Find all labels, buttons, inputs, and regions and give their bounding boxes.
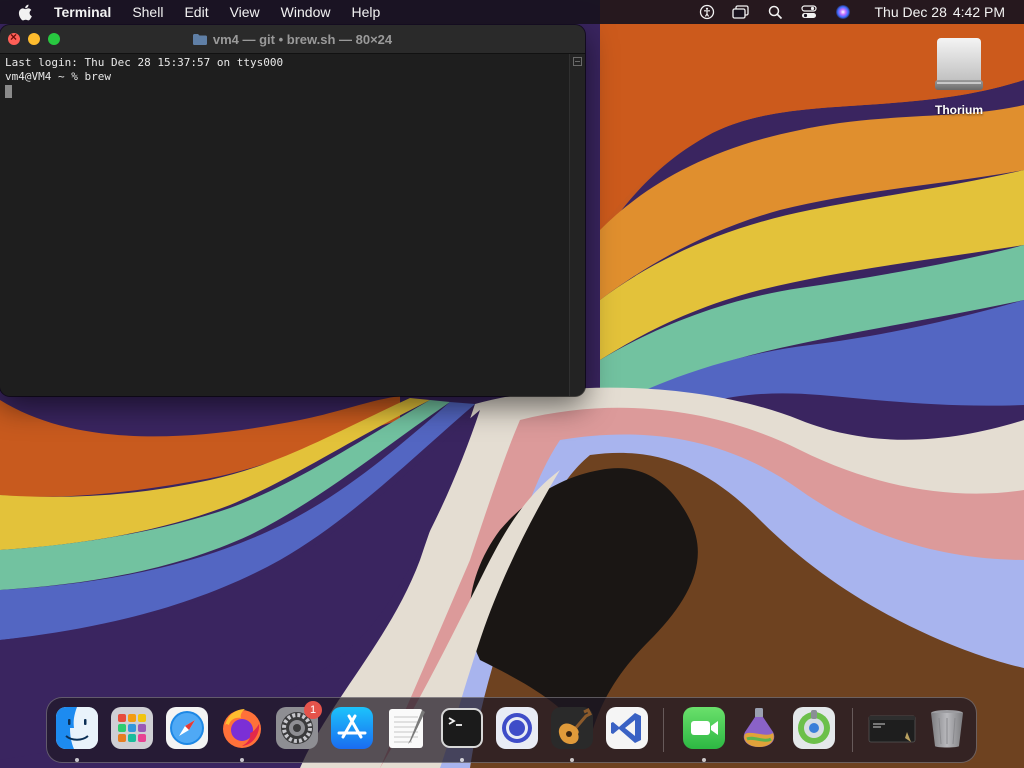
dock-safari[interactable]: [165, 706, 209, 750]
split-pane-icon[interactable]: [573, 57, 582, 66]
running-indicator: [702, 758, 706, 762]
clock-time: 4:42 PM: [952, 4, 1005, 20]
dock-recent-window[interactable]: [867, 706, 916, 750]
launchpad-icon: [111, 707, 153, 749]
terminal-line: vm4@VM4 ~ % brew: [5, 70, 111, 83]
dock-potion-app[interactable]: [737, 706, 781, 750]
dock-launchpad[interactable]: [110, 706, 154, 750]
disk-icon: [793, 707, 835, 749]
terminal-output[interactable]: Last login: Thu Dec 28 15:37:57 on ttys0…: [0, 54, 570, 396]
potion-icon: [743, 708, 775, 747]
dock-textedit[interactable]: [385, 706, 429, 750]
dock-finder[interactable]: [55, 706, 99, 762]
folder-icon: [192, 33, 207, 45]
clock-date: Thu Dec 28: [874, 4, 947, 20]
scrollbar[interactable]: [569, 54, 585, 396]
dock-separator: [663, 708, 664, 752]
drive-icon: [935, 38, 983, 90]
dock-app-store[interactable]: [330, 706, 374, 750]
search-icon[interactable]: [764, 3, 786, 21]
trash-icon: [931, 710, 963, 748]
accessibility-icon[interactable]: [696, 3, 718, 21]
dock-browser[interactable]: [495, 706, 539, 750]
menu-help[interactable]: Help: [351, 0, 380, 24]
screen-mirroring-icon[interactable]: [730, 3, 752, 21]
menu-clock[interactable]: Thu Dec 28 4:42 PM: [868, 4, 1005, 20]
menu-bar: Terminal Shell Edit View Window Help Thu…: [0, 0, 1024, 24]
running-indicator: [240, 758, 244, 762]
dock-trash[interactable]: [925, 706, 969, 750]
text-cursor: [5, 85, 12, 98]
dock-facetime[interactable]: [682, 706, 726, 762]
desktop-icon-thorium[interactable]: Thorium: [925, 34, 993, 117]
facetime-icon: [683, 707, 725, 749]
menu-edit[interactable]: Edit: [184, 0, 208, 24]
finder-icon: [56, 707, 98, 749]
minimize-button[interactable]: [28, 33, 40, 45]
window-controls: [8, 30, 68, 45]
firefox-icon: [223, 709, 261, 748]
close-button[interactable]: [8, 30, 20, 45]
menu-window[interactable]: Window: [281, 0, 331, 24]
window-title: vm4 — git • brew.sh — 80×24: [192, 31, 393, 47]
window-title-text: vm4 — git • brew.sh — 80×24: [212, 31, 393, 47]
menu-view[interactable]: View: [230, 0, 260, 24]
dock-firefox[interactable]: [220, 706, 264, 762]
dock-terminal[interactable]: [440, 706, 484, 762]
running-indicator: [460, 758, 464, 762]
dock-garageband[interactable]: [550, 706, 594, 762]
menu-shell[interactable]: Shell: [132, 0, 163, 24]
dock-separator: [852, 708, 853, 752]
siri-icon[interactable]: [832, 3, 854, 21]
zoom-button[interactable]: [48, 33, 60, 45]
control-center-icon[interactable]: [798, 3, 820, 21]
terminal-cursor-line: [5, 84, 570, 98]
terminal-line: Last login: Thu Dec 28 15:37:57 on ttys0…: [5, 56, 284, 69]
recent-window-icon: [868, 715, 916, 743]
notification-badge: 1: [304, 701, 322, 719]
running-indicator: [570, 758, 574, 762]
running-indicator: [75, 758, 79, 762]
app-store-icon: [331, 707, 373, 749]
textedit-icon: [389, 709, 425, 748]
safari-icon: [166, 707, 208, 749]
app-menu-terminal[interactable]: Terminal: [54, 0, 111, 24]
dock-vscode[interactable]: [605, 706, 649, 750]
desktop-icon-label: Thorium: [935, 103, 983, 117]
terminal-window[interactable]: vm4 — git • brew.sh — 80×24 Last login: …: [0, 25, 585, 396]
terminal-icon: [441, 708, 483, 748]
vscode-icon: [606, 707, 648, 749]
window-titlebar[interactable]: vm4 — git • brew.sh — 80×24: [0, 25, 585, 54]
guitar-icon: [551, 707, 593, 749]
apple-menu-icon[interactable]: [18, 3, 36, 21]
dock-disk-utility[interactable]: [792, 706, 836, 750]
dock-system-settings[interactable]: 1: [275, 701, 322, 750]
browser-icon: [496, 707, 538, 749]
dock: 1: [46, 697, 977, 763]
